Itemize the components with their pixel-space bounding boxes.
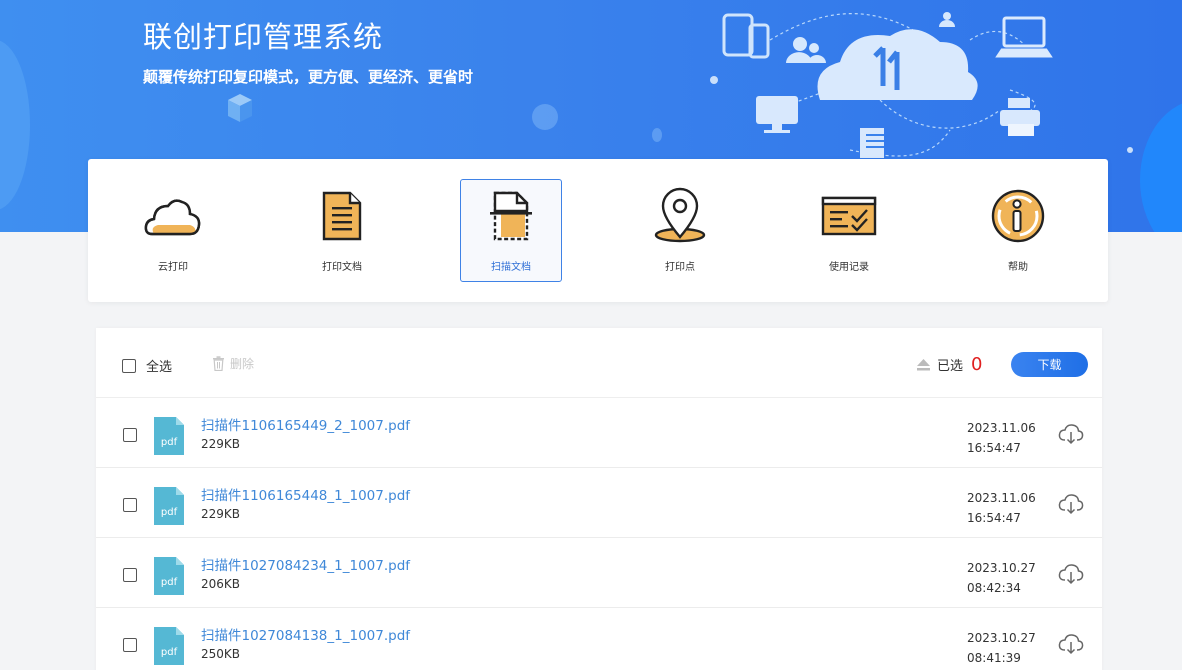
nav-item-usage-record[interactable]: 使用记录 [798, 179, 900, 282]
file-row[interactable]: pdf 扫描件1027084138_1_1007.pdf 250KB 2023.… [96, 608, 1102, 670]
file-time: 16:54:47 [967, 441, 1021, 455]
file-size: 229KB [201, 437, 241, 451]
decor-blob [0, 40, 30, 210]
file-date: 2023.11.06 [967, 421, 1036, 435]
function-menu: 云打印 打印文档 扫描文档 打印点 使用记录 帮助 [88, 159, 1108, 302]
location-pin-icon [654, 187, 706, 243]
file-timestamp: 2023.10.27 08:41:39 [967, 628, 1036, 668]
selected-count: 0 [971, 354, 983, 375]
nav-item-label: 使用记录 [829, 262, 869, 273]
selected-label: 已选 [937, 359, 964, 374]
scan-document-icon [490, 191, 532, 241]
cloud-download-icon[interactable] [1058, 493, 1084, 515]
nav-item-scan-document[interactable]: 扫描文档 [460, 179, 562, 282]
select-all-label: 全选 [146, 360, 173, 375]
row-checkbox[interactable] [123, 568, 137, 582]
selected-counter: 已选 0 [916, 354, 982, 375]
usage-record-icon [821, 196, 877, 236]
file-date: 2023.10.27 [967, 561, 1036, 575]
file-time: 08:42:34 [967, 581, 1021, 595]
checkbox[interactable] [122, 358, 136, 373]
file-time: 08:41:39 [967, 651, 1021, 665]
delete-button[interactable]: 删除 [212, 355, 254, 372]
nav-item-label: 打印文档 [322, 262, 362, 273]
file-row[interactable]: pdf 扫描件1106165448_1_1007.pdf 229KB 2023.… [96, 468, 1102, 538]
file-row[interactable]: pdf 扫描件1027084234_1_1007.pdf 206KB 2023.… [96, 538, 1102, 608]
nav-item-print-point[interactable]: 打印点 [629, 179, 731, 282]
delete-label: 删除 [230, 357, 255, 371]
cloud-illustration [817, 29, 978, 101]
document-icon [322, 191, 362, 241]
file-type-text: pdf [161, 437, 178, 448]
nav-item-label: 云打印 [158, 262, 188, 273]
nav-item-label: 打印点 [665, 262, 695, 273]
pdf-file-icon: pdf [154, 557, 184, 595]
file-name-link[interactable]: 扫描件1027084138_1_1007.pdf [201, 624, 410, 644]
pdf-file-icon: pdf [154, 627, 184, 665]
download-button[interactable]: 下载 [1011, 352, 1088, 377]
decor-dot [652, 128, 662, 142]
nav-item-label: 扫描文档 [491, 262, 531, 273]
file-date: 2023.11.06 [967, 491, 1036, 505]
cloud-icon [144, 199, 201, 236]
document-stack-icon [860, 128, 884, 158]
cloud-download-icon[interactable] [1058, 423, 1084, 445]
page: 联创打印管理系统 颠覆传统打印复印模式，更方便、更经济、更省时 云打印 打印文档… [0, 0, 1182, 670]
cube-icon [228, 94, 252, 122]
nav-item-label: 帮助 [1008, 262, 1028, 273]
decor-dot [532, 104, 558, 130]
cloud-download-icon[interactable] [1058, 633, 1084, 655]
file-date: 2023.10.27 [967, 631, 1036, 645]
file-type-text: pdf [161, 647, 178, 658]
file-type-text: pdf [161, 507, 178, 518]
devices-icon [722, 13, 770, 59]
row-checkbox[interactable] [123, 638, 137, 652]
app-title: 联创打印管理系统 [143, 20, 384, 54]
file-timestamp: 2023.11.06 16:54:47 [967, 488, 1036, 528]
file-size: 206KB [201, 577, 241, 591]
file-name-link[interactable]: 扫描件1027084234_1_1007.pdf [201, 554, 410, 574]
nav-item-print-document[interactable]: 打印文档 [291, 179, 393, 282]
users-icon [786, 37, 826, 63]
printer-icon [1000, 98, 1040, 136]
file-time: 16:54:47 [967, 511, 1021, 525]
row-checkbox[interactable] [123, 498, 137, 512]
list-toolbar: 全选 删除 已选 0 下载 [96, 328, 1102, 398]
file-size: 250KB [201, 647, 241, 661]
file-type-text: pdf [161, 577, 178, 588]
select-all-checkbox[interactable]: 全选 [122, 356, 172, 375]
file-timestamp: 2023.10.27 08:42:34 [967, 558, 1036, 598]
computer-icon [995, 16, 1053, 58]
cloud-download-icon[interactable] [1058, 563, 1084, 585]
nav-item-help[interactable]: 帮助 [967, 179, 1069, 282]
trash-icon [213, 356, 224, 371]
file-timestamp: 2023.11.06 16:54:47 [967, 418, 1036, 458]
pdf-file-icon: pdf [154, 487, 184, 525]
row-checkbox[interactable] [123, 428, 137, 442]
app-subtitle: 颠覆传统打印复印模式，更方便、更经济、更省时 [143, 68, 474, 86]
file-name-link[interactable]: 扫描件1106165449_2_1007.pdf [201, 414, 410, 434]
eject-triangle-icon [917, 359, 930, 371]
info-icon [991, 189, 1045, 243]
monitor-icon [756, 96, 798, 133]
pdf-file-icon: pdf [154, 417, 184, 455]
file-row[interactable]: pdf 扫描件1106165449_2_1007.pdf 229KB 2023.… [96, 398, 1102, 468]
file-name-link[interactable]: 扫描件1106165448_1_1007.pdf [201, 484, 410, 504]
nav-item-cloud-print[interactable]: 云打印 [122, 179, 224, 282]
scan-file-list: 全选 删除 已选 0 下载 pdf 扫描件1106165449_2_1007.p… [96, 328, 1102, 670]
file-size: 229KB [201, 507, 241, 521]
